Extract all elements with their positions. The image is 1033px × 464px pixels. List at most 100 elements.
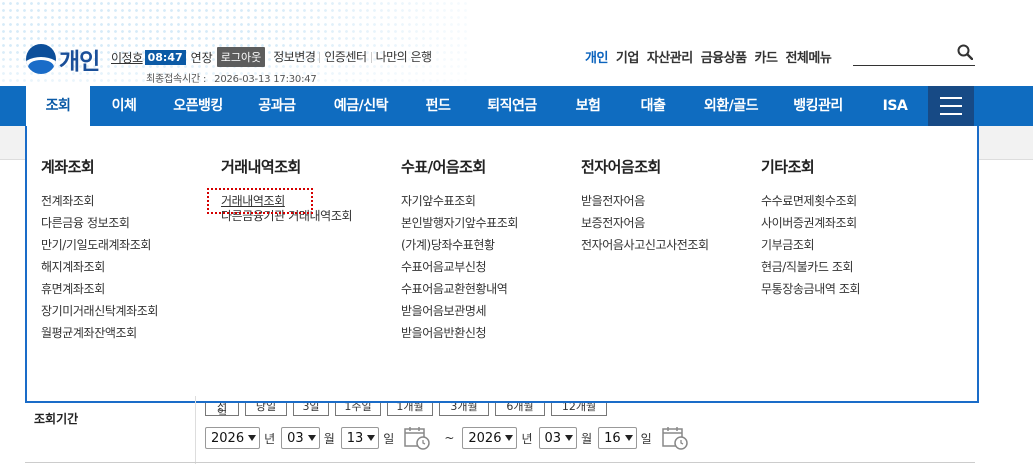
menu-column-e-bills: 전자어음조회 받을전자어음 보증전자어음 전자어음사고신고사전조회	[581, 156, 709, 260]
menu-link[interactable]: 월평균계좌잔액조회	[41, 326, 158, 348]
to-year-value: 2026	[468, 430, 502, 446]
top-menu-asset[interactable]: 자산관리	[647, 47, 693, 66]
range-separator: ~	[444, 431, 455, 445]
page: 개인 이정호 08:47 연장 로그아웃 정보변경 인증센터 나만의 은행 최종…	[0, 0, 1033, 464]
period-button-yesterday[interactable]: 전일	[205, 403, 239, 416]
menu-link[interactable]: 다른금융 정보조회	[41, 216, 158, 238]
nav-item-forex-gold[interactable]: 외환/골드	[690, 86, 772, 126]
column-title: 거래내역조회	[221, 158, 301, 176]
brand-logo[interactable]: 개인	[26, 42, 100, 76]
to-year-select[interactable]: 2026	[462, 427, 518, 449]
nav-item-utility[interactable]: 공과금	[244, 86, 310, 126]
menu-link[interactable]: 수표어음교부신청	[401, 260, 518, 282]
extend-session-button[interactable]: 연장	[191, 49, 213, 66]
user-link-cert-center[interactable]: 인증센터	[320, 51, 372, 63]
period-button-3days[interactable]: 3일	[293, 403, 329, 416]
menu-column-account: 계좌조회 전계좌조회 다른금융 정보조회 만기/기일도래계좌조회 해지계좌조회 …	[41, 156, 158, 348]
to-month-select[interactable]: 03	[538, 427, 578, 449]
column-title: 전자어음조회	[581, 158, 661, 176]
logo-text: 개인	[59, 49, 100, 75]
unit-month: 월	[581, 431, 593, 446]
calendar-icon[interactable]	[404, 426, 431, 450]
menu-link[interactable]: 수표어음교환현황내역	[401, 282, 518, 304]
menu-link-transaction-history[interactable]: 거래내역조회	[207, 188, 352, 216]
menu-link[interactable]: 장기미거래신탁계좌조회	[41, 304, 158, 326]
last-login-value: 2026-03-13 17:30:47	[214, 74, 317, 85]
top-menu-business[interactable]: 기업	[616, 47, 639, 66]
period-button-6months[interactable]: 6개월	[495, 403, 545, 416]
from-year-value: 2026	[211, 430, 245, 446]
period-button-3months[interactable]: 3개월	[439, 403, 489, 416]
nav-item-fund[interactable]: 펀드	[410, 86, 466, 126]
last-login-label: 최종접속시간 :	[146, 74, 207, 85]
menu-link[interactable]: 사이버증권계좌조회	[761, 216, 860, 238]
chevron-down-icon	[505, 435, 514, 441]
menu-link[interactable]: 전계좌조회	[41, 194, 158, 216]
period-button-1week[interactable]: 1주일	[335, 403, 381, 416]
from-day-select[interactable]: 13	[340, 427, 380, 449]
search-input[interactable]	[853, 42, 975, 66]
menu-link[interactable]: 기부금조회	[761, 238, 860, 260]
top-menu-card[interactable]: 카드	[755, 47, 778, 66]
period-button-12months[interactable]: 12개월	[551, 403, 607, 416]
period-button-today[interactable]: 당일	[245, 403, 287, 416]
menu-link[interactable]: (가계)당좌수표현황	[401, 238, 518, 260]
highlight-box	[207, 188, 313, 214]
to-month-value: 03	[544, 430, 562, 446]
menu-link[interactable]: 무통장송금내역 조회	[761, 282, 861, 304]
to-day-select[interactable]: 16	[598, 427, 637, 449]
menu-link[interactable]: 자기앞수표조회	[401, 194, 518, 216]
inquiry-mega-menu: 계좌조회 전계좌조회 다른금융 정보조회 만기/기일도래계좌조회 해지계좌조회 …	[25, 126, 979, 403]
menu-link[interactable]: 받을어음보관명세	[401, 304, 518, 326]
user-name[interactable]: 이정호	[111, 49, 143, 66]
logout-button[interactable]: 로그아웃	[216, 47, 266, 67]
nav-item-transfer[interactable]: 이체	[96, 86, 152, 126]
menu-link[interactable]: 수수료면제횟수조회	[761, 194, 860, 216]
menu-link[interactable]: 받을어음반환신청	[401, 326, 518, 348]
nav-item-loan[interactable]: 대출	[624, 86, 682, 126]
chevron-down-icon	[307, 435, 316, 441]
user-link-profile[interactable]: 정보변경	[269, 51, 321, 63]
unit-month: 월	[323, 431, 335, 446]
from-day-value: 13	[346, 430, 364, 446]
menu-column-checks: 수표/어음조회 자기앞수표조회 본인발행자기앞수표조회 (가계)당좌수표현황 수…	[401, 156, 518, 348]
from-month-select[interactable]: 03	[281, 427, 320, 449]
column-title: 기타조회	[761, 158, 815, 176]
top-menu-products[interactable]: 금융상품	[701, 47, 747, 66]
menu-icon[interactable]	[928, 86, 974, 126]
period-label: 조회기간	[34, 412, 79, 426]
top-menu-personal[interactable]: 개인	[585, 47, 608, 66]
chevron-down-icon	[248, 435, 257, 441]
column-title: 계좌조회	[41, 158, 95, 176]
quick-period-buttons: 전일 당일 3일 1주일 1개월 3개월 6개월 12개월	[205, 403, 613, 416]
menu-link[interactable]: 받을전자어음	[581, 194, 709, 216]
menu-link[interactable]: 본인발행자기앞수표조회	[401, 216, 518, 238]
main-nav: 조회 이체 오픈뱅킹 공과금 예금/신탁 펀드 퇴직연금 보험 대출 외환/골드…	[0, 86, 1033, 126]
nav-item-banking-mgmt[interactable]: 뱅킹관리	[780, 86, 856, 126]
menu-link[interactable]: 해지계좌조회	[41, 260, 158, 282]
chevron-down-icon	[624, 435, 633, 441]
unit-year: 년	[521, 431, 533, 446]
nav-item-inquiry[interactable]: 조회	[26, 86, 90, 126]
last-login: 최종접속시간 : 2026-03-13 17:30:47	[146, 70, 317, 85]
nav-item-pension[interactable]: 퇴직연금	[474, 86, 550, 126]
menu-link[interactable]: 전자어음사고신고사전조회	[581, 238, 709, 260]
user-link-my-bank[interactable]: 나만의 은행	[372, 51, 436, 63]
to-day-value: 16	[604, 430, 621, 446]
nav-item-insurance[interactable]: 보험	[560, 86, 616, 126]
period-button-1month[interactable]: 1개월	[387, 403, 433, 416]
form-divider	[195, 396, 196, 464]
menu-link[interactable]: 휴면계좌조회	[41, 282, 158, 304]
search-icon[interactable]	[957, 44, 973, 60]
calendar-icon[interactable]	[661, 426, 688, 450]
menu-link[interactable]: 현금/직불카드 조회	[761, 260, 860, 282]
nav-item-deposit[interactable]: 예금/신탁	[320, 86, 402, 126]
menu-link[interactable]: 보증전자어음	[581, 216, 709, 238]
from-year-select[interactable]: 2026	[205, 427, 261, 449]
chevron-down-icon	[367, 435, 376, 441]
menu-link[interactable]: 만기/기일도래계좌조회	[41, 238, 158, 260]
top-menu-all[interactable]: 전체메뉴	[785, 47, 831, 66]
user-bar: 이정호 08:47 연장 로그아웃 정보변경 인증센터 나만의 은행	[111, 47, 436, 67]
nav-item-open-banking[interactable]: 오픈뱅킹	[160, 86, 236, 126]
nav-item-isa[interactable]: ISA	[868, 86, 922, 126]
